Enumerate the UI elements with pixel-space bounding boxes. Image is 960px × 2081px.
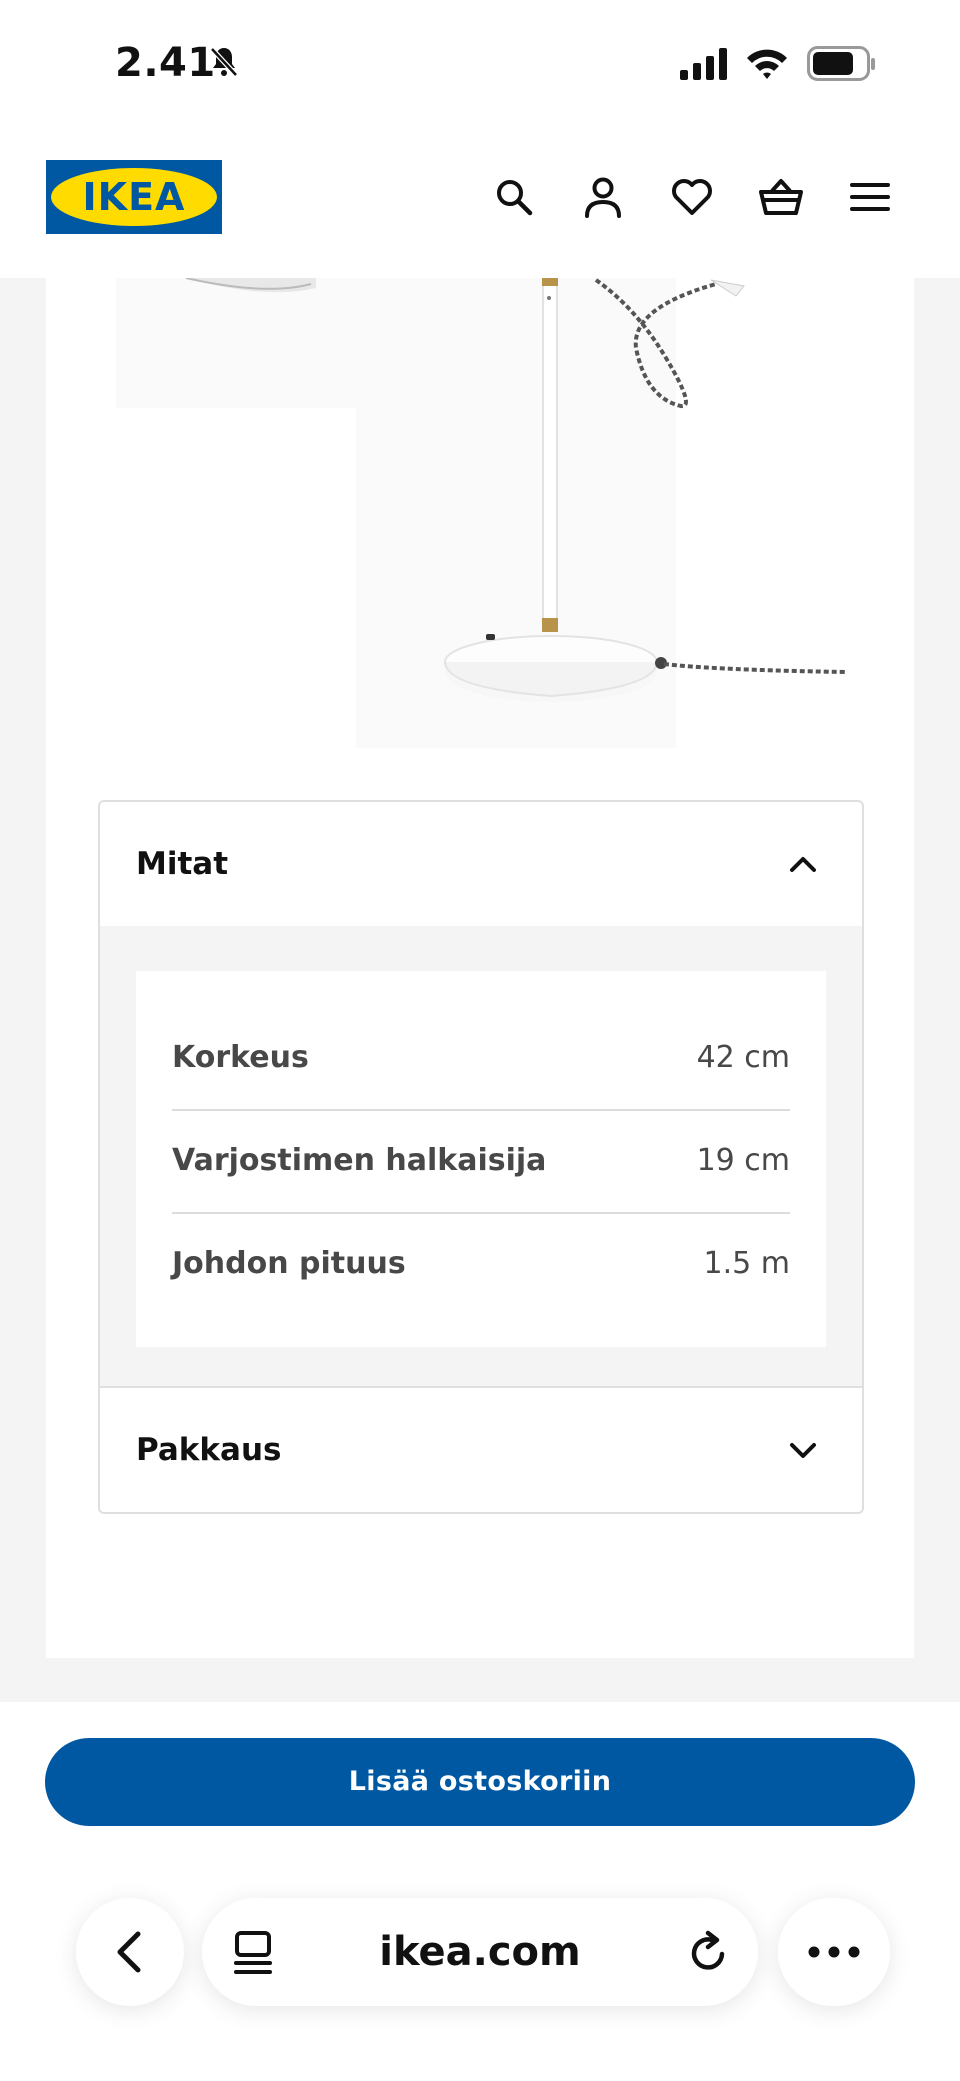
chevron-down-icon (790, 1443, 816, 1458)
dimension-value: 1.5 m (703, 1246, 790, 1281)
chevron-left-icon (117, 1931, 141, 1973)
dimension-value: 19 cm (696, 1143, 790, 1178)
cellular-signal-icon (680, 48, 730, 84)
more-dots-icon (808, 1946, 860, 1958)
dimensions-accordion: Mitat Korkeus 42 cm Varjostimen halkaisi… (98, 800, 864, 1514)
dimensions-title: Mitat (136, 846, 229, 882)
dimension-label: Varjostimen halkaisija (172, 1143, 547, 1178)
browser-address-bar[interactable]: ikea.com (202, 1898, 758, 2006)
wifi-icon (745, 46, 789, 84)
lamp-product-image (116, 278, 856, 748)
site-header: IKEA (0, 130, 960, 278)
browser-back-button[interactable] (76, 1898, 184, 2006)
heart-icon[interactable] (667, 172, 717, 222)
reload-icon[interactable] (686, 1930, 732, 1976)
dimension-row: Korkeus 42 cm (172, 1007, 790, 1111)
battery-icon (807, 46, 877, 86)
dimensions-accordion-header[interactable]: Mitat (100, 802, 862, 926)
basket-icon[interactable] (756, 172, 806, 222)
dimension-label: Korkeus (172, 1040, 309, 1075)
browser-more-button[interactable] (778, 1898, 890, 2006)
account-icon[interactable] (578, 172, 628, 222)
ikea-logo[interactable]: IKEA (46, 160, 222, 234)
dimension-row: Johdon pituus 1.5 m (172, 1213, 790, 1315)
packaging-accordion-header[interactable]: Pakkaus (100, 1388, 862, 1512)
dimension-row: Varjostimen halkaisija 19 cm (172, 1110, 790, 1214)
packaging-title: Pakkaus (136, 1432, 282, 1468)
chevron-up-icon (790, 857, 816, 872)
product-details-card: Mitat Korkeus 42 cm Varjostimen halkaisi… (46, 278, 914, 1658)
silent-bell-icon (206, 44, 242, 84)
dimension-label: Johdon pituus (172, 1246, 406, 1281)
status-bar: 2.41 (0, 0, 960, 130)
search-icon[interactable] (489, 172, 539, 222)
logo-text: IKEA (82, 175, 186, 219)
add-to-cart-button[interactable]: Lisää ostoskoriin (45, 1738, 915, 1826)
dimension-value: 42 cm (696, 1040, 790, 1075)
dimensions-table: Korkeus 42 cm Varjostimen halkaisija 19 … (136, 971, 826, 1347)
dimensions-accordion-body: Korkeus 42 cm Varjostimen halkaisija 19 … (100, 926, 862, 1386)
status-time: 2.41 (115, 40, 216, 86)
menu-icon[interactable] (845, 172, 895, 222)
browser-url: ikea.com (379, 1929, 581, 1975)
